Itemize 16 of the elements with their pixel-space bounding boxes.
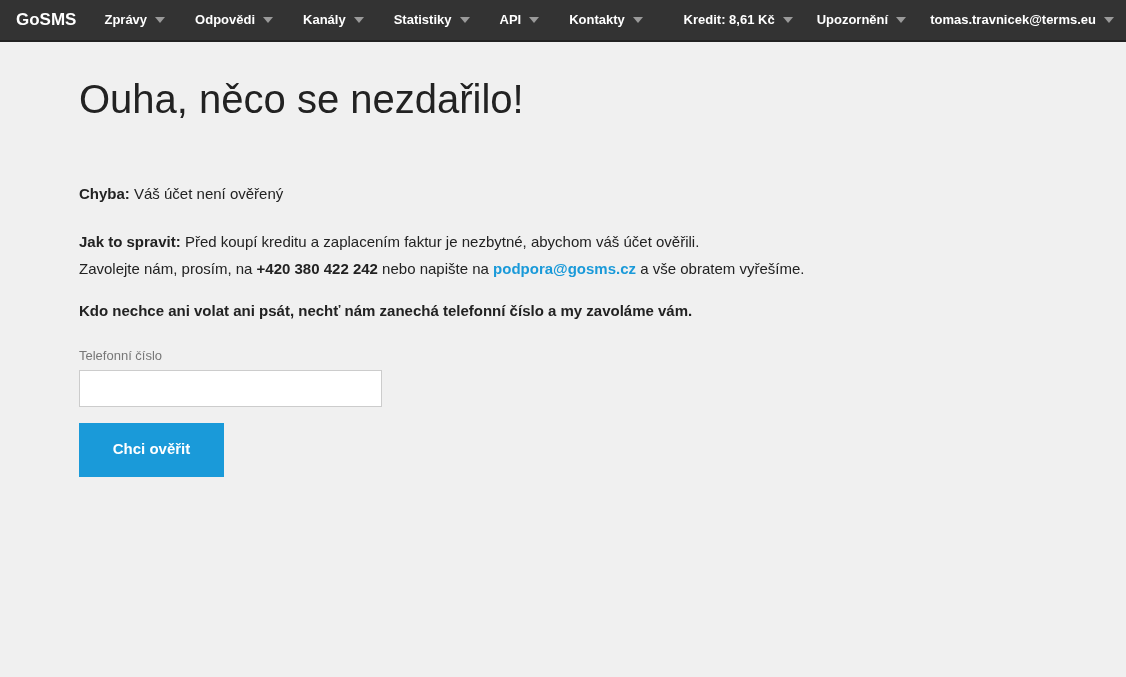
- nav-menu[interactable]: Odpovědi: [195, 10, 274, 30]
- nav-menu[interactable]: Statistiky: [393, 10, 470, 30]
- field-label: Telefonní číslo: [79, 347, 164, 365]
- nav-menu[interactable]: Zprávy: [104, 10, 166, 30]
- nav-menu[interactable]: Kredit: 8,61 Kč: [683, 10, 793, 30]
- nav-menu[interactable]: tomas.travnicek@terms.eu: [930, 10, 1114, 30]
- fix-instruction: Jak to spravit: Před koupí kreditu a zaplacením faktur je nezbytné, abychom váš účet ověřili.: [79, 231, 701, 252]
- page-heading: Ouha, něco se nezdařilo!: [79, 76, 525, 123]
- contact-text: Zavolejte nám, prosím, na +420 380 422 242 nebo napište na podpora@gosms.cz a vše obratem vyřešíme.: [79, 258, 806, 279]
- error-message: Chyba: Váš účet není ověřený: [79, 184, 285, 204]
- callback-note: Kdo nechce ani volat ani psát, nechť nám zanechá telefonní číslo a my zavoláme vám.: [79, 300, 694, 321]
- nav-menu[interactable]: Kontakty: [569, 10, 643, 30]
- nav-menu[interactable]: Upozornění: [816, 10, 907, 30]
- nav-menu[interactable]: API: [499, 10, 540, 30]
- logo[interactable]: GoSMS: [16, 7, 77, 33]
- nav-menu[interactable]: Kanály: [303, 10, 364, 30]
